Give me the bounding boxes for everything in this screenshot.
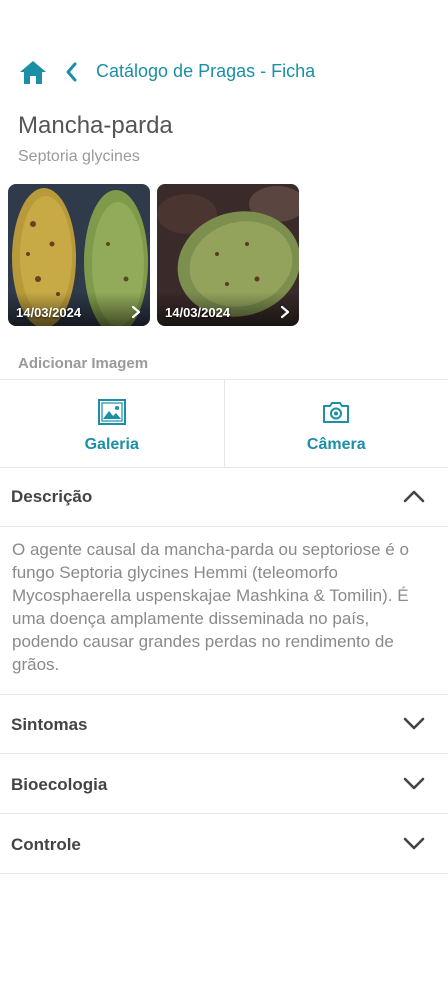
section-title: Sintomas xyxy=(11,715,88,734)
section-description-header[interactable]: Descrição xyxy=(0,468,448,526)
chevron-right-icon xyxy=(280,305,290,319)
pest-name: Mancha-parda xyxy=(18,112,173,139)
pest-image-thumbnail[interactable]: 14/03/2024 xyxy=(8,184,150,326)
chevron-left-icon[interactable] xyxy=(62,60,82,84)
header-title: Catálogo de Pragas - Ficha xyxy=(96,61,316,81)
gallery-label: Galeria xyxy=(84,436,139,453)
section-control-header[interactable]: Controle xyxy=(0,816,448,874)
image-date: 14/03/2024 xyxy=(165,305,231,320)
pest-scientific-name: Septoria glycines xyxy=(18,148,140,165)
chevron-down-icon xyxy=(403,777,425,790)
camera-icon xyxy=(323,402,350,423)
divider xyxy=(0,526,448,527)
section-title: Bioecologia xyxy=(11,775,108,794)
chevron-down-icon xyxy=(403,837,425,850)
section-title: Descrição xyxy=(11,487,93,506)
gallery-button[interactable]: Galeria xyxy=(0,380,224,467)
section-title: Controle xyxy=(11,835,81,854)
pest-detail-screen: Catálogo de Pragas - Ficha Mancha-parda … xyxy=(0,0,448,1000)
section-description-text: O agente causal da mancha-parda ou septo… xyxy=(12,540,409,674)
app-header: Catálogo de Pragas - Ficha xyxy=(0,52,448,92)
camera-label: Câmera xyxy=(306,436,366,453)
pest-image-thumbnail[interactable]: 14/03/2024 xyxy=(157,184,299,326)
add-image-label: Adicionar Imagem xyxy=(18,355,149,372)
camera-button[interactable]: Câmera xyxy=(223,380,448,467)
chevron-right-icon xyxy=(131,305,141,319)
image-date: 14/03/2024 xyxy=(16,305,82,320)
divider xyxy=(0,694,448,695)
image-gallery-icon xyxy=(97,399,126,425)
chevron-down-icon xyxy=(403,717,425,730)
chevron-up-icon xyxy=(403,490,425,503)
home-icon[interactable] xyxy=(18,58,48,86)
add-image-options: Galeria Câmera xyxy=(0,379,448,468)
section-bioecology-header[interactable]: Bioecologia xyxy=(0,756,448,814)
section-symptoms-header[interactable]: Sintomas xyxy=(0,696,448,754)
